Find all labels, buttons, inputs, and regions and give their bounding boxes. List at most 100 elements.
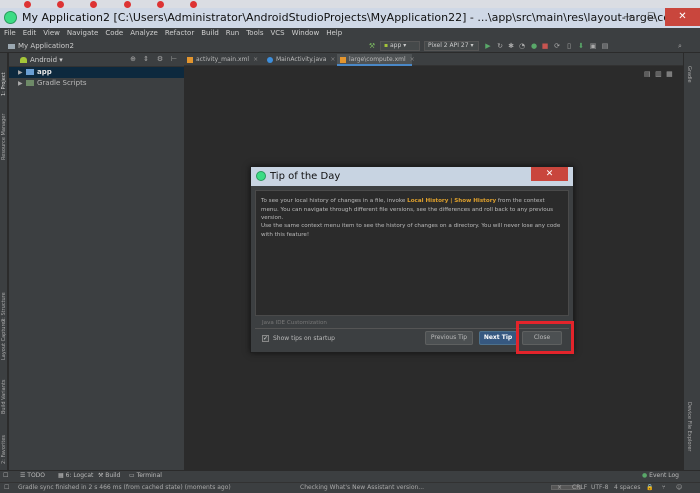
lock-icon[interactable]: 🔒 — [646, 483, 653, 492]
menu-refactor[interactable]: Refactor — [161, 28, 197, 39]
layout-toggle-icon[interactable]: ☐ — [3, 471, 8, 481]
window-close-button[interactable]: ✕ — [665, 8, 700, 26]
sync-icon[interactable]: ⟳ — [553, 42, 561, 50]
background-task[interactable]: Checking What's New Assistant version... — [300, 483, 424, 492]
run-icon[interactable]: ▶ — [484, 42, 492, 50]
search-icon[interactable]: ⌕ — [676, 42, 684, 50]
collapse-icon[interactable]: ⇕ — [142, 55, 150, 64]
close-icon[interactable]: × — [330, 56, 335, 63]
layout-inspector-icon[interactable]: ▣ — [589, 42, 597, 50]
project-view-label: Android — [30, 56, 58, 64]
menu-navigate[interactable]: Navigate — [63, 28, 101, 39]
sdk-manager-icon[interactable]: ⬇ — [577, 42, 585, 50]
browser-tab-icon — [156, 0, 164, 8]
tab-label: Build — [105, 472, 121, 479]
next-tip-button[interactable]: Next Tip — [479, 331, 517, 345]
cancel-icon[interactable]: × — [557, 483, 562, 492]
show-tips-checkbox[interactable]: ✓ Show tips on startup — [262, 334, 335, 344]
project-name: My Application2 — [18, 42, 74, 50]
tree-item-app[interactable]: ▶ app — [18, 67, 52, 78]
tab-build[interactable]: ⚒ Build — [98, 471, 120, 481]
close-icon[interactable]: × — [253, 56, 258, 63]
menu-build[interactable]: Build — [197, 28, 222, 39]
menu-analyze[interactable]: Analyze — [126, 28, 161, 39]
folder-icon — [8, 43, 15, 49]
close-icon[interactable]: × — [410, 56, 415, 63]
module-folder-icon — [26, 69, 34, 75]
profile-icon[interactable]: ◔ — [518, 42, 526, 50]
tab-todo[interactable]: ☰ TODO — [20, 471, 45, 481]
tip-source: Java IDE Customization — [262, 320, 327, 326]
menu-view[interactable]: View — [39, 28, 63, 39]
apply-changes-icon[interactable]: ↻ — [496, 42, 504, 50]
menu-help[interactable]: Help — [322, 28, 345, 39]
tab-large-compute-xml[interactable]: large\compute.xml × — [337, 54, 415, 66]
locate-icon[interactable]: ⊕ — [129, 55, 137, 64]
tab-activity-main-xml[interactable]: activity_main.xml × — [184, 54, 264, 66]
run-config-select[interactable]: ▪ app ▾ — [380, 41, 420, 51]
design-view-icon[interactable]: ▦ — [666, 70, 673, 78]
tab-build-variants[interactable]: Build Variants — [1, 368, 7, 414]
code-view-icon[interactable]: ▤ — [644, 70, 651, 78]
menu-tools[interactable]: Tools — [242, 28, 266, 39]
android-icon: ▪ — [384, 42, 389, 49]
line-separator[interactable]: CRLF — [572, 483, 587, 492]
project-view-select[interactable]: Android ▾ — [20, 55, 63, 65]
android-icon — [20, 57, 27, 63]
tab-logcat[interactable]: ▦ 6: Logcat — [58, 471, 93, 481]
avd-manager-icon[interactable]: ▯ — [565, 42, 573, 50]
menu-window[interactable]: Window — [288, 28, 323, 39]
tab-label: 6: Logcat — [65, 472, 94, 479]
project-breadcrumb[interactable]: My Application2 — [8, 41, 74, 51]
gear-icon[interactable]: ⚙ — [156, 55, 164, 64]
file-encoding[interactable]: UTF-8 — [591, 483, 609, 492]
tab-gradle[interactable]: Gradle — [686, 66, 692, 90]
chevron-right-icon: ▶ — [18, 69, 23, 76]
split-view-icon[interactable]: ▥ — [655, 70, 662, 78]
hammer-icon[interactable]: ⚒ — [368, 42, 376, 50]
tab-resource-manager[interactable]: Resource Manager — [1, 104, 7, 160]
debug-icon[interactable]: ✱ — [507, 42, 515, 50]
tree-item-gradle-scripts[interactable]: ▶ Gradle Scripts — [18, 78, 86, 89]
tab-mainactivity-java[interactable]: MainActivity.java × — [264, 54, 337, 66]
tab-project[interactable]: 1: Project — [1, 56, 7, 96]
tab-layout-captures[interactable]: Layout Captures — [1, 305, 7, 360]
minimize-button[interactable]: — — [617, 10, 639, 24]
os-tab-strip — [0, 0, 700, 8]
tab-label: Terminal — [136, 472, 162, 479]
previous-tip-button[interactable]: Previous Tip — [425, 331, 473, 345]
menu-file[interactable]: File — [0, 28, 19, 39]
device-select[interactable]: Pixel 2 API 27 ▾ — [424, 41, 479, 51]
dialog-title: Tip of the Day — [270, 171, 341, 182]
hide-icon[interactable]: ⊢ — [170, 55, 178, 64]
tab-label: MainActivity.java — [276, 56, 327, 63]
device-label: Pixel 2 API 27 — [428, 42, 469, 49]
browser-tab-icon — [190, 0, 198, 8]
indent-setting[interactable]: 4 spaces — [614, 483, 640, 492]
menu-edit[interactable]: Edit — [19, 28, 40, 39]
tip-text: To see your local history of changes in … — [261, 198, 408, 204]
git-icon[interactable]: ⑂ — [662, 483, 666, 492]
status-message[interactable]: Gradle sync finished in 2 s 466 ms (from… — [18, 483, 231, 492]
menu-vcs[interactable]: VCS — [266, 28, 287, 39]
menu-run[interactable]: Run — [222, 28, 242, 39]
tab-device-file-explorer[interactable]: Device File Explorer — [686, 402, 692, 464]
tab-terminal[interactable]: ▭ Terminal — [129, 471, 162, 481]
stop-icon[interactable]: ■ — [541, 42, 549, 50]
dialog-close-icon[interactable]: ✕ — [531, 167, 568, 181]
android-studio-icon — [256, 171, 266, 181]
checkbox-check-icon[interactable]: ✓ — [262, 335, 269, 342]
tab-favorites[interactable]: 2: Favorites — [1, 424, 7, 464]
checkbox-label: Show tips on startup — [273, 335, 335, 342]
event-log-label: Event Log — [649, 472, 679, 479]
browser-tab-icon — [90, 0, 98, 8]
notifications-icon[interactable]: ☺ — [676, 483, 682, 492]
attach-debugger-icon[interactable]: ● — [530, 42, 538, 50]
device-manager-icon[interactable]: ▤ — [601, 42, 609, 50]
menu-code[interactable]: Code — [101, 28, 126, 39]
tip-paragraph-1: To see your local history of changes in … — [261, 197, 561, 223]
maximize-button[interactable]: ☐ — [640, 10, 662, 24]
event-log[interactable]: ● Event Log — [642, 471, 679, 481]
window-title: My Application2 [C:\Users\Administrator\… — [0, 8, 700, 28]
tip-paragraph-2: Use the same context menu item to see th… — [261, 223, 561, 238]
